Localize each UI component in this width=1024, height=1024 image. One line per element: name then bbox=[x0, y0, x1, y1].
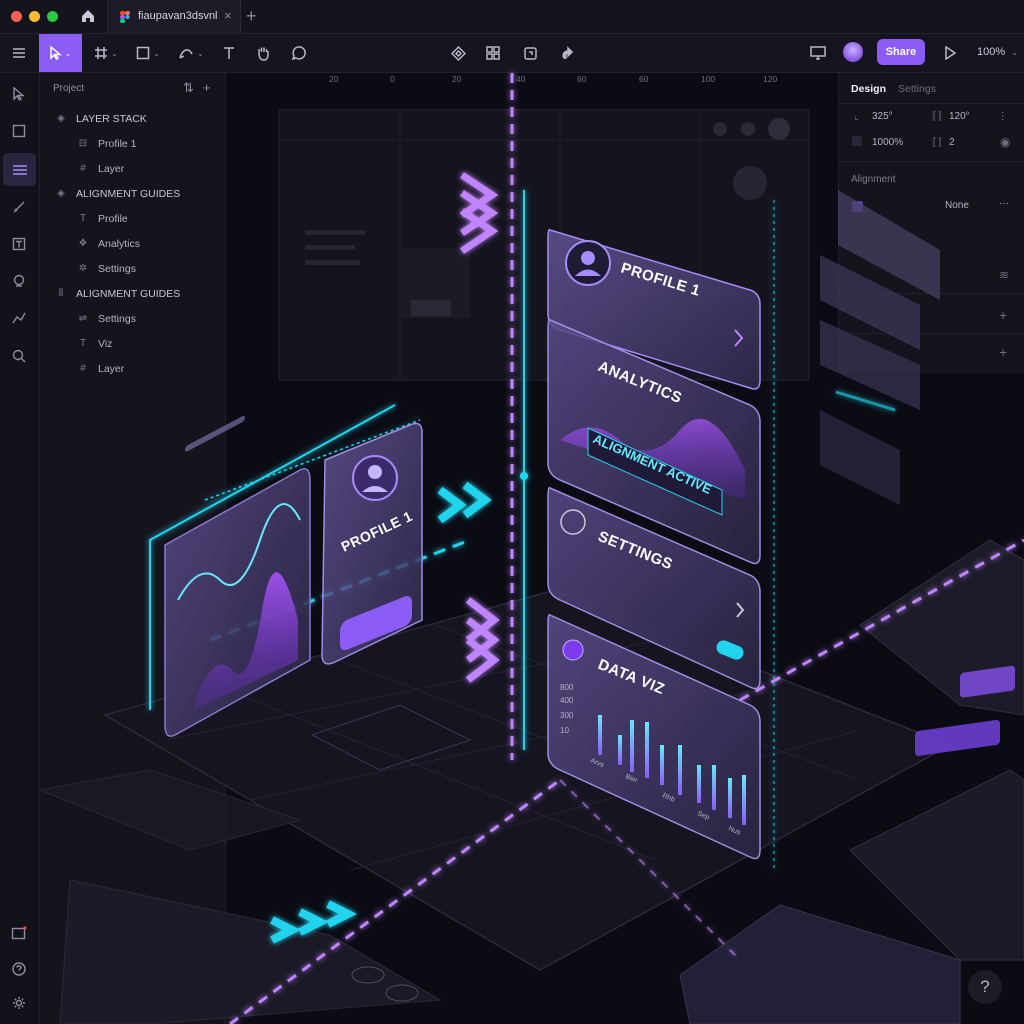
design-canvas[interactable]: PROFILE 1 PROFILE 1 ANALYTICS ALIGNMENT … bbox=[0, 0, 1024, 1024]
left-profile-card[interactable]: PROFILE 1 bbox=[321, 422, 423, 665]
y-tick: 400 bbox=[560, 696, 574, 705]
floating-ghost-cards bbox=[820, 190, 940, 505]
help-button[interactable]: ? bbox=[968, 970, 1002, 1004]
y-tick: 300 bbox=[560, 711, 574, 720]
y-tick: 10 bbox=[560, 726, 569, 735]
y-tick: 800 bbox=[560, 683, 574, 692]
